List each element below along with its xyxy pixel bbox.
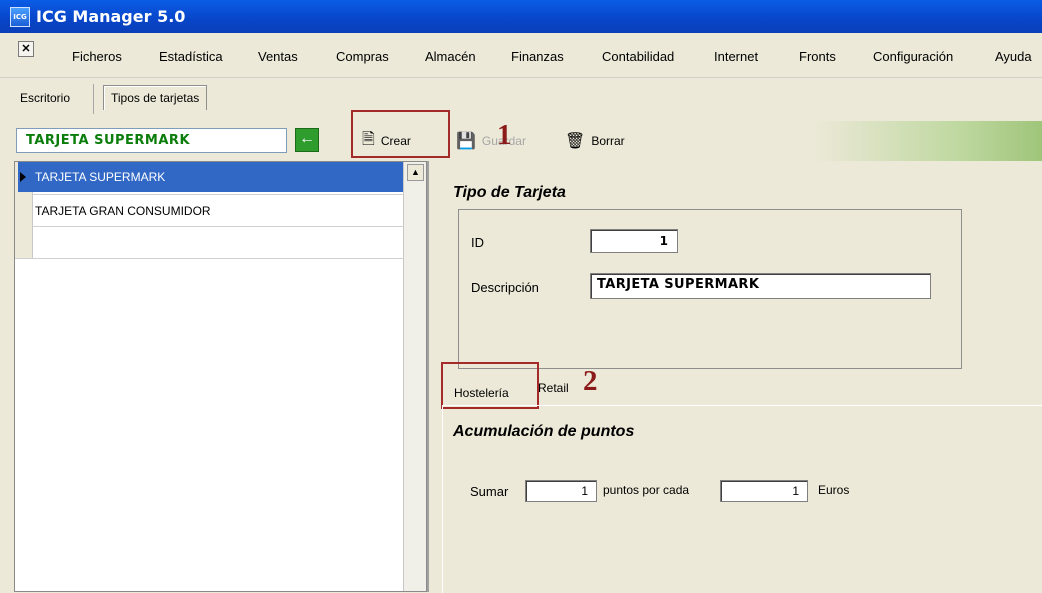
menu-contabilidad[interactable]: Contabilidad	[602, 49, 674, 64]
row-indicator	[15, 194, 33, 226]
descripcion-field[interactable]: TARJETA SUPERMARK	[590, 273, 931, 299]
id-label: ID	[471, 235, 484, 250]
euros-field[interactable]: 1	[720, 480, 808, 502]
list-item[interactable]	[15, 226, 403, 259]
borrar-button[interactable]: 🗑 Borrar	[565, 128, 625, 154]
list-item[interactable]: TARJETA SUPERMARK	[15, 162, 403, 195]
euros-label: Euros	[818, 483, 850, 497]
tab-tipos-de-tarjetas[interactable]: Tipos de tarjetas	[103, 85, 208, 110]
menu-fronts[interactable]: Fronts	[799, 49, 836, 64]
guardar-button[interactable]: 💾 Guardar	[456, 128, 526, 154]
puntos-title: Acumulación de puntos	[453, 423, 635, 440]
menu-finanzas[interactable]: Finanzas	[511, 49, 564, 64]
menu-estadistica[interactable]: Estadística	[159, 49, 223, 64]
id-field[interactable]: 1	[590, 229, 678, 253]
back-arrow-icon[interactable]: ←	[295, 128, 319, 152]
title-bar: ICG ICG Manager 5.0	[0, 0, 1042, 33]
annotation-box-1	[351, 110, 450, 158]
tab-divider	[93, 84, 94, 114]
close-icon[interactable]: ✕	[18, 41, 34, 57]
row-indicator	[15, 226, 33, 258]
annotation-box-2	[441, 362, 539, 409]
app-title: ICG Manager 5.0	[36, 7, 186, 26]
section-title: Tipo de Tarjeta	[453, 184, 566, 201]
annotation-marker-1: 1	[497, 119, 512, 151]
row-pointer-icon	[20, 172, 26, 182]
menu-ventas[interactable]: Ventas	[258, 49, 298, 64]
search-input[interactable]: TARJETA SUPERMARK	[16, 128, 287, 153]
menu-bar: ✕ Ficheros Estadística Ventas Compras Al…	[0, 33, 1042, 77]
menu-ayuda[interactable]: Ayuda	[995, 49, 1032, 64]
app-icon: ICG	[10, 6, 30, 27]
descripcion-label: Descripción	[471, 280, 539, 295]
tab-escritorio[interactable]: Escritorio	[20, 91, 70, 105]
trash-bin-icon: 🗑	[565, 133, 586, 150]
list-scrollbar[interactable]: ▲	[403, 162, 426, 591]
scroll-up-icon[interactable]: ▲	[407, 164, 424, 181]
list-item[interactable]: TARJETA GRAN CONSUMIDOR	[15, 194, 403, 227]
menu-compras[interactable]: Compras	[336, 49, 389, 64]
tab-retail[interactable]: Retail	[538, 381, 569, 395]
annotation-marker-2: 2	[583, 365, 598, 397]
sumar-label: Sumar	[470, 484, 509, 499]
menu-internet[interactable]: Internet	[714, 49, 758, 64]
menu-almacen[interactable]: Almacén	[425, 49, 476, 64]
borrar-label: Borrar	[591, 134, 625, 148]
save-disk-icon: 💾	[456, 133, 476, 150]
menu-ficheros[interactable]: Ficheros	[72, 49, 122, 64]
puntos-por-cada-label: puntos por cada	[603, 483, 690, 497]
sumar-field[interactable]: 1	[525, 480, 597, 502]
menu-configuracion[interactable]: Configuración	[873, 49, 953, 64]
document-tabs: Escritorio Tipos de tarjetas	[0, 77, 1042, 122]
list-item-label: TARJETA GRAN CONSUMIDOR	[35, 204, 211, 218]
list-item-label: TARJETA SUPERMARK	[18, 162, 403, 192]
tarjetas-list: TARJETA SUPERMARK TARJETA GRAN CONSUMIDO…	[14, 161, 427, 592]
